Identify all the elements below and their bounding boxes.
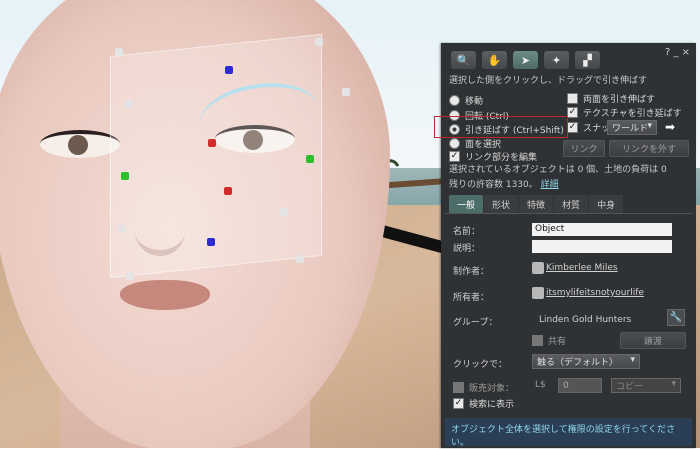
stretch-mode-highlight — [434, 116, 568, 138]
price-spinner[interactable]: 0 — [558, 378, 602, 393]
radio-icon — [449, 138, 460, 149]
avatar-icon — [532, 262, 544, 274]
checkbox-for-sale[interactable]: 販売対象： — [453, 381, 514, 394]
tab-material[interactable]: 材質 — [554, 195, 589, 213]
tab-bar: 一般 形状 特徴 材質 中身 — [449, 195, 624, 213]
checkmark-icon: ✓ — [567, 122, 578, 133]
iris-left — [68, 135, 88, 155]
chevron-down-icon: ▾ — [630, 355, 635, 365]
checkbox-label: テクスチャを引き延ばす — [583, 109, 682, 119]
tab-content[interactable]: 中身 — [589, 195, 624, 213]
owner-label: 所有者： — [453, 293, 490, 303]
radio-icon — [449, 95, 460, 106]
radio-select-face[interactable]: 面を選択 — [449, 137, 501, 150]
checkbox-icon — [567, 93, 578, 104]
chevron-down-icon: ▾ — [647, 121, 652, 131]
tool-selector: 🔍 ✋ ➤ ✦ ▞ — [451, 51, 600, 69]
info-line-2: 残りの許容数 1330。 詳細 — [449, 178, 689, 193]
stretch-handle[interactable] — [342, 88, 350, 96]
green-axis-handle[interactable] — [306, 155, 314, 163]
avatar-lips — [120, 280, 210, 310]
magnifier-icon[interactable]: 🔍 — [451, 51, 476, 69]
sale-type-dropdown[interactable]: コピー ▾ — [611, 378, 681, 393]
tab-features[interactable]: 特徴 — [519, 195, 554, 213]
permissions-footer: オブジェクト全体を選択して権限の設定を行ってください。 — [445, 418, 692, 448]
wrench-icon[interactable]: 🔧 — [667, 309, 685, 326]
general-tab-panel: 名前： Object 説明： 制作者： Kimberlee Miles 所有者：… — [445, 213, 692, 449]
blue-axis-handle[interactable] — [207, 238, 215, 246]
more-info-link[interactable]: 詳細 — [541, 180, 559, 190]
currency-label: L$ — [535, 380, 546, 390]
remaining-count: 残りの許容数 1330。 — [449, 180, 538, 190]
snap-dropdown[interactable]: ワールド ▾ — [607, 120, 657, 135]
checkbox-share[interactable]: 共有 — [532, 334, 566, 347]
pointer-icon[interactable]: ➤ — [513, 51, 538, 69]
stretch-handle[interactable] — [118, 225, 126, 233]
radio-label: 面を選択 — [465, 140, 502, 150]
checkmark-icon: ✓ — [453, 398, 464, 409]
checkbox-label: リンク部分を編集 — [465, 153, 538, 163]
green-axis-handle[interactable] — [121, 172, 129, 180]
checkbox-show-in-search[interactable]: ✓ 検索に表示 — [453, 397, 514, 410]
snap-value: ワールド — [612, 124, 649, 134]
creator-link[interactable]: Kimberlee Miles — [546, 263, 618, 273]
name-label: 名前： — [453, 227, 481, 237]
red-axis-handle[interactable] — [224, 187, 232, 195]
tab-shape[interactable]: 形状 — [484, 195, 519, 213]
arrow-right-icon[interactable]: ➡ — [665, 120, 675, 134]
checkbox-icon — [453, 382, 464, 393]
tab-general[interactable]: 一般 — [449, 195, 484, 213]
link-button[interactable]: リンク — [563, 140, 605, 157]
checkbox-label: 検索に表示 — [469, 400, 515, 410]
group-label: グループ： — [453, 318, 498, 328]
on-click-dropdown[interactable]: 触る（デフォルト） ▾ — [532, 354, 640, 369]
checkbox-label: 両面を引き伸ばす — [583, 95, 656, 105]
checkbox-label: 販売対象： — [469, 384, 515, 394]
stretch-handle[interactable] — [296, 255, 304, 263]
name-field[interactable]: Object — [532, 223, 672, 236]
tool-hint: 選択した側をクリックし、ドラッグで引き伸ばす — [449, 76, 648, 86]
info-line: 選択されているオブジェクトは 0 個、土地の負荷は 0 — [449, 165, 667, 175]
stretch-handle[interactable] — [280, 208, 288, 216]
red-axis-handle[interactable] — [208, 139, 216, 147]
radio-label: 移動 — [465, 97, 484, 107]
checkmark-icon: ✓ — [567, 107, 578, 118]
checkmark-icon: ✓ — [449, 151, 460, 162]
selection-info: 選択されているオブジェクトは 0 個、土地の負荷は 0 残りの許容数 1330。… — [449, 163, 689, 193]
stretch-handle[interactable] — [315, 38, 323, 46]
avatar-icon — [532, 287, 544, 299]
stretch-handle[interactable] — [125, 100, 133, 108]
unlink-button[interactable]: リンクを外す — [609, 140, 689, 157]
checkbox-stretch-textures[interactable]: ✓ テクスチャを引き延ばす — [567, 106, 682, 119]
checkbox-label: 共有 — [548, 337, 567, 347]
wand-icon[interactable]: ✦ — [544, 51, 569, 69]
description-field[interactable] — [532, 240, 672, 253]
selection-prim-box[interactable] — [110, 33, 322, 279]
land-icon[interactable]: ▞ — [575, 51, 600, 69]
creator-label: 制作者： — [453, 267, 490, 277]
stretch-handle[interactable] — [115, 48, 123, 56]
blue-axis-handle[interactable] — [225, 66, 233, 74]
build-tools-floater: ? _ × 🔍 ✋ ➤ ✦ ▞ 選択した側をクリックし、ドラッグで引き伸ばす 移… — [441, 43, 696, 448]
chevron-down-icon: ▾ — [671, 379, 676, 389]
sale-type-value: コピー — [616, 382, 644, 392]
deed-button[interactable]: 譲渡 — [620, 332, 686, 349]
checkbox-icon — [532, 335, 543, 346]
checkbox-edit-linked[interactable]: ✓ リンク部分を編集 — [449, 150, 537, 163]
description-label: 説明： — [453, 244, 481, 254]
on-click-value: 触る（デフォルト） — [537, 358, 619, 368]
group-value: Linden Gold Hunters — [539, 315, 632, 325]
hand-icon[interactable]: ✋ — [482, 51, 507, 69]
window-controls[interactable]: ? _ × — [665, 47, 690, 58]
price-value: 0 — [563, 380, 569, 391]
eye-left — [40, 130, 120, 158]
on-click-label: クリックで： — [453, 360, 508, 370]
checkbox-stretch-both[interactable]: 両面を引き伸ばす — [567, 92, 655, 105]
stretch-handle[interactable] — [126, 272, 134, 280]
radio-move[interactable]: 移動 — [449, 94, 483, 107]
owner-link[interactable]: itsmylifeitsnotyourlife — [546, 288, 644, 298]
